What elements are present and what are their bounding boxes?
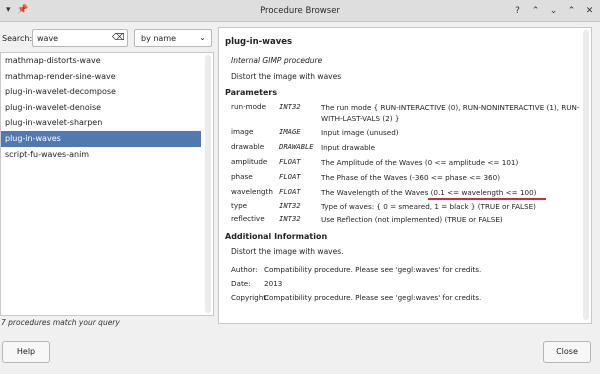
parameter-name: wavelength (231, 187, 273, 196)
date-label: Date: (231, 279, 251, 288)
procedure-name: plug-in-waves (225, 37, 293, 47)
procedure-list-item[interactable]: plug-in-wavelet-decompose (1, 84, 213, 100)
search-label: Search: (2, 34, 33, 43)
parameter-name: phase (231, 172, 253, 181)
procedure-list-item[interactable]: script-fu-waves-anim (1, 147, 213, 163)
parameter-type: DRAWABLE (279, 142, 314, 151)
window-title: Procedure Browser (260, 6, 340, 16)
date-value: 2013 (264, 279, 283, 288)
parameter-type: FLOAT (279, 172, 301, 181)
title-bar-right-controls: ? ⌃ ⌄ ⌃ ✕ (511, 4, 596, 17)
procedure-list-item[interactable]: mathmap-render-sine-wave (1, 69, 213, 85)
parameter-description: Type of waves: { 0 = smeared, 1 = black … (321, 202, 536, 211)
minimize-icon[interactable]: ⌄ (547, 4, 560, 17)
help-button[interactable]: Help (2, 341, 50, 363)
parameter-description: Input drawable (321, 143, 376, 152)
parameter-type: INT32 (279, 102, 301, 111)
search-row: Search: ⌫ by name ⌄ (0, 27, 214, 49)
parameter-description: The run mode { RUN-INTERACTIVE (0), RUN-… (321, 103, 580, 123)
parameter-type: FLOAT (279, 187, 301, 196)
match-count-status: 7 procedures match your query (1, 318, 120, 327)
author-value: Compatibility procedure. Please see 'geg… (264, 265, 482, 274)
procedure-details-panel: plug-in-waves Internal GIMP procedure Di… (218, 27, 592, 324)
sort-select-value: by name (141, 34, 177, 43)
procedure-blurb: Distort the image with waves (231, 72, 342, 81)
author-label: Author: (231, 265, 258, 274)
keep-above-icon[interactable]: ⌃ (529, 4, 542, 17)
sort-select[interactable]: by name ⌄ (134, 29, 212, 47)
additional-info-description: Distort the image with waves. (231, 247, 344, 256)
parameter-name: drawable (231, 142, 265, 151)
parameter-type: FLOAT (279, 157, 301, 166)
help-context-icon[interactable]: ? (511, 4, 524, 17)
chevron-down-icon: ⌄ (199, 33, 206, 42)
parameter-name: type (231, 201, 248, 210)
procedure-list-item[interactable]: plug-in-wavelet-denoise (1, 100, 213, 116)
procedure-list-item[interactable]: plug-in-wavelet-sharpen (1, 115, 213, 131)
parameters-heading: Parameters (225, 88, 278, 97)
annotation-underline (428, 198, 546, 200)
parameter-type: INT32 (279, 201, 301, 210)
parameter-name: run-mode (231, 102, 267, 111)
parameter-description: The Amplitude of the Waves (0 <= amplitu… (321, 158, 519, 167)
details-scrollbar[interactable] (583, 30, 589, 320)
procedure-list-item-selected[interactable]: plug-in-waves (1, 130, 201, 147)
parameter-description: Use Reflection (not implemented) (TRUE o… (321, 215, 503, 224)
close-icon[interactable]: ✕ (583, 4, 596, 17)
procedure-list-item[interactable]: mathmap-distorts-wave (1, 53, 213, 69)
parameter-description: The Wavelength of the Waves (0.1 <= wave… (321, 188, 537, 197)
parameter-description: Input image (unused) (321, 128, 399, 137)
maximize-icon[interactable]: ⌃ (565, 4, 578, 17)
clear-search-icon[interactable]: ⌫ (112, 33, 126, 43)
parameter-name: amplitude (231, 157, 268, 166)
parameter-type: IMAGE (279, 127, 301, 136)
parameter-description: The Phase of the Waves (-360 <= phase <=… (321, 173, 501, 182)
title-bar: ▾ 📌 Procedure Browser ? ⌃ ⌄ ⌃ ✕ (0, 0, 600, 22)
procedure-list[interactable]: mathmap-distorts-wave mathmap-render-sin… (0, 52, 214, 316)
parameter-name: image (231, 127, 254, 136)
copyright-value: Compatibility procedure. Please see 'geg… (264, 293, 482, 302)
additional-info-heading: Additional Information (225, 232, 328, 241)
list-scrollbar[interactable] (205, 55, 211, 313)
copyright-label: Copyright: (231, 293, 269, 302)
close-button[interactable]: Close (543, 341, 591, 363)
procedure-kind: Internal GIMP procedure (231, 56, 323, 65)
parameter-type: INT32 (279, 214, 301, 223)
parameter-name: reflective (231, 214, 265, 223)
